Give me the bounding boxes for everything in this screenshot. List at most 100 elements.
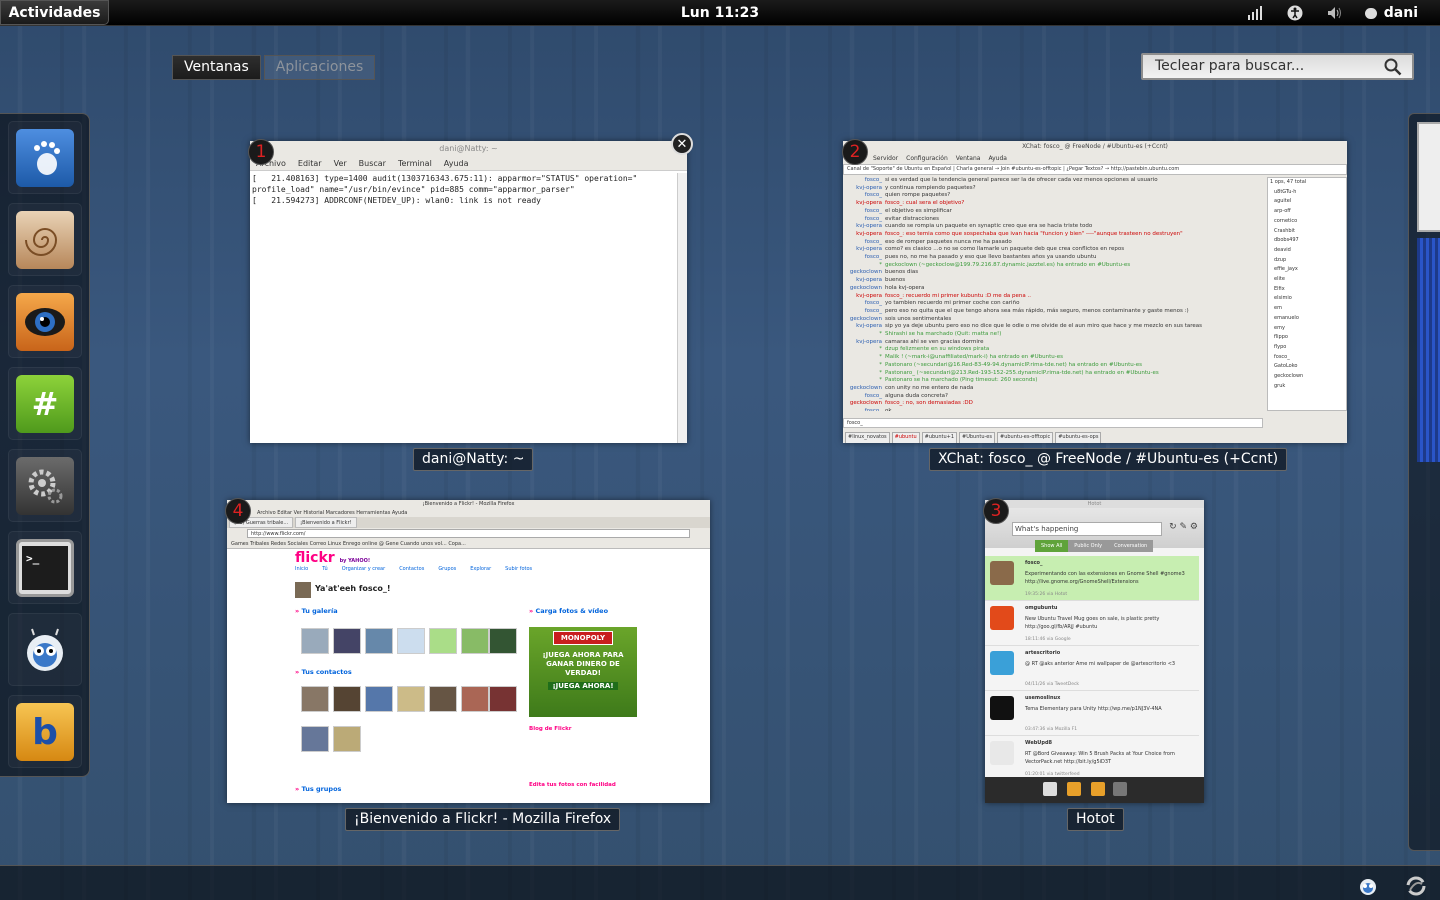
nick-list-item[interactable]: Crashbit	[1274, 227, 1346, 237]
tweet-item[interactable]: fosco_ Experimentando con las extensiones…	[985, 556, 1199, 601]
channel-tab[interactable]: #ubuntu+1	[921, 432, 958, 443]
avatar[interactable]	[990, 696, 1014, 720]
avatar[interactable]	[990, 741, 1014, 765]
tweet-item[interactable]: omgubuntu New Ubuntu Travel Mug goes on s…	[985, 601, 1199, 646]
nick-list-item[interactable]: Elfix	[1274, 285, 1346, 295]
workspace-thumbnail[interactable]	[1417, 238, 1440, 462]
channel-tab[interactable]: #Ubuntu-es	[959, 432, 995, 443]
nick-list-item[interactable]: flippo	[1274, 333, 1346, 343]
tweet-meta: 19:35:26 via Hotot	[1025, 592, 1068, 597]
chat-nick: kvj-opera	[856, 200, 882, 207]
nick-list-item[interactable]: emanuelo	[1274, 314, 1346, 324]
chat-nick: *	[879, 361, 882, 368]
nav-item: Inicio	[295, 566, 309, 572]
status-input[interactable]: What's happening	[1012, 522, 1162, 536]
channel-tab[interactable]: #ubuntu-es-ops	[1055, 432, 1102, 443]
user-menu[interactable]: dani	[1364, 5, 1418, 21]
nick-list-item[interactable]: gruk	[1274, 382, 1346, 392]
window-thumbnail-terminal[interactable]: dani@Natty: ~ Archivo Editar Ver Buscar …	[250, 141, 687, 443]
dash-item-eog[interactable]	[8, 285, 82, 358]
tab-applications[interactable]: Aplicaciones	[263, 55, 376, 80]
avatar[interactable]	[990, 651, 1014, 675]
chat-line: fosco_ evitar distracciones	[846, 216, 1263, 224]
avatar[interactable]	[990, 606, 1014, 630]
chat-text: como? es clasico ...o no se como llamarl…	[885, 246, 1125, 253]
window-thumbnail-xchat[interactable]: XChat: fosco_ @ FreeNode / #Ubuntu-es (+…	[843, 141, 1347, 443]
tweet-item[interactable]: WebUpd8 RT @Bord Giveaway: Win 5 Brush Pa…	[985, 736, 1199, 777]
tweet-author[interactable]: fosco_	[1025, 560, 1043, 566]
chat-text: pues no, no me ha pasado y eso que llevo…	[885, 254, 1097, 261]
messages-button[interactable]	[1091, 782, 1105, 796]
channel-tab[interactable]: #ubuntu	[891, 432, 920, 443]
clock[interactable]: Lun 11:23	[0, 0, 1440, 26]
tab-conversation[interactable]: Conversation	[1108, 540, 1154, 552]
chat-nick: kvj-opera	[856, 323, 882, 330]
nick-list-item[interactable]: em	[1274, 304, 1346, 314]
search-input[interactable]: Teclear para buscar...	[1141, 53, 1414, 80]
mail-button[interactable]	[1113, 782, 1127, 796]
firefox-tray-icon[interactable]	[1406, 876, 1426, 896]
accessibility-icon[interactable]	[1285, 4, 1305, 22]
nick-list-item[interactable]: arp-off	[1274, 207, 1346, 217]
home-button[interactable]	[1043, 782, 1057, 796]
nick-list-item[interactable]: dbobs497	[1274, 236, 1346, 246]
nick-list-item[interactable]: cornetico	[1274, 217, 1346, 227]
channel-tab[interactable]: #linux_novatos	[845, 432, 890, 443]
tab-windows[interactable]: Ventanas	[172, 55, 261, 80]
signal-bars-icon[interactable]	[1245, 4, 1265, 22]
menu-item: Configuración	[906, 155, 948, 162]
section-gallery: » Tu galería	[295, 607, 338, 615]
tweet-author[interactable]: artescritorio	[1025, 650, 1060, 656]
nav-item: Grupos	[438, 566, 457, 572]
activities-button[interactable]: Actividades	[0, 0, 109, 25]
window-thumbnail-hotot[interactable]: Hotot What's happening ↻ ✎ ⚙ Show All Pu…	[985, 500, 1204, 803]
message-input[interactable]: fosco_	[843, 418, 1263, 428]
nick-list-item[interactable]: elite	[1274, 275, 1346, 285]
dash-item-xchat[interactable]: #	[8, 367, 82, 440]
mentions-button[interactable]	[1067, 782, 1081, 796]
avatar[interactable]	[990, 561, 1014, 585]
timeline-tabs: Show All Public Only Conversation	[1035, 540, 1154, 552]
chat-text: fosco_: eso temia como que sospechaba qu…	[885, 230, 1183, 237]
close-window-button[interactable]: ✕	[671, 133, 693, 155]
nick-list-item[interactable]: elsimio	[1274, 294, 1346, 304]
chat-text: con unity no me entero de nada	[885, 384, 974, 391]
nick-list-item[interactable]: dzup	[1274, 256, 1346, 266]
advertisement[interactable]: MONOPOLY ¡JUEGA AHORA PARA GANAR DINERO …	[529, 627, 637, 717]
channel-tab[interactable]: #ubuntu-es-offtopic	[997, 432, 1054, 443]
dash-item-terminal[interactable]: >_	[8, 531, 82, 604]
tab-show-all[interactable]: Show All	[1035, 540, 1069, 552]
nick-list-item[interactable]: GatoLoko	[1274, 362, 1346, 372]
chat-nick: geckoclown	[849, 384, 882, 391]
dash-item-banshee[interactable]: b	[8, 695, 82, 768]
refresh-icon: ↻ ✎ ⚙	[1169, 522, 1198, 532]
dash-item-nautilus[interactable]	[8, 203, 82, 276]
dash-item-settings[interactable]	[8, 449, 82, 522]
nick-list-item[interactable]: aguitel	[1274, 197, 1346, 207]
nick-list-item[interactable]: emy	[1274, 324, 1346, 334]
message-tray	[0, 865, 1440, 900]
nick-list-item[interactable]: fosco_	[1274, 353, 1346, 363]
hotot-tray-icon[interactable]	[1358, 876, 1378, 896]
tweet-author[interactable]: omgubuntu	[1025, 605, 1057, 611]
tweet-item[interactable]: artescritorio @ RT @aks anterior Ame mi w…	[985, 646, 1199, 691]
terminal-line: profile_load" name="/usr/bin/evince" pid…	[252, 185, 575, 194]
nick-list-item[interactable]: u8tGTu-h	[1274, 188, 1346, 198]
tab-public-only[interactable]: Public Only	[1068, 540, 1109, 552]
nick-list-item[interactable]: deavid	[1274, 246, 1346, 256]
nick-list-item[interactable]: geckoclown	[1274, 372, 1346, 382]
tweet-author[interactable]: usemoslinux	[1025, 695, 1060, 701]
dash-item-hotot[interactable]	[8, 613, 82, 686]
tweet-item[interactable]: usemoslinux Tema Elementary para Unity ht…	[985, 691, 1199, 736]
chat-line: geckoclown buenos dias	[846, 269, 1263, 277]
nick-list-item[interactable]: flypo	[1274, 343, 1346, 353]
chat-nick: fosco_	[864, 254, 882, 261]
nick-list-item[interactable]: effie_jayx	[1274, 265, 1346, 275]
nav-item: Contactos	[399, 566, 425, 572]
volume-icon[interactable]	[1325, 4, 1345, 22]
menu-bar: Archivo Editar Ver Historial Marcadores …	[227, 509, 710, 517]
workspace-thumbnail-current[interactable]	[1417, 122, 1440, 232]
tweet-author[interactable]: WebUpd8	[1025, 740, 1052, 746]
dash-item-gnome[interactable]	[8, 121, 82, 194]
window-thumbnail-firefox[interactable]: ¡Bienvenido a Flickr! - Mozilla Firefox …	[227, 500, 710, 803]
